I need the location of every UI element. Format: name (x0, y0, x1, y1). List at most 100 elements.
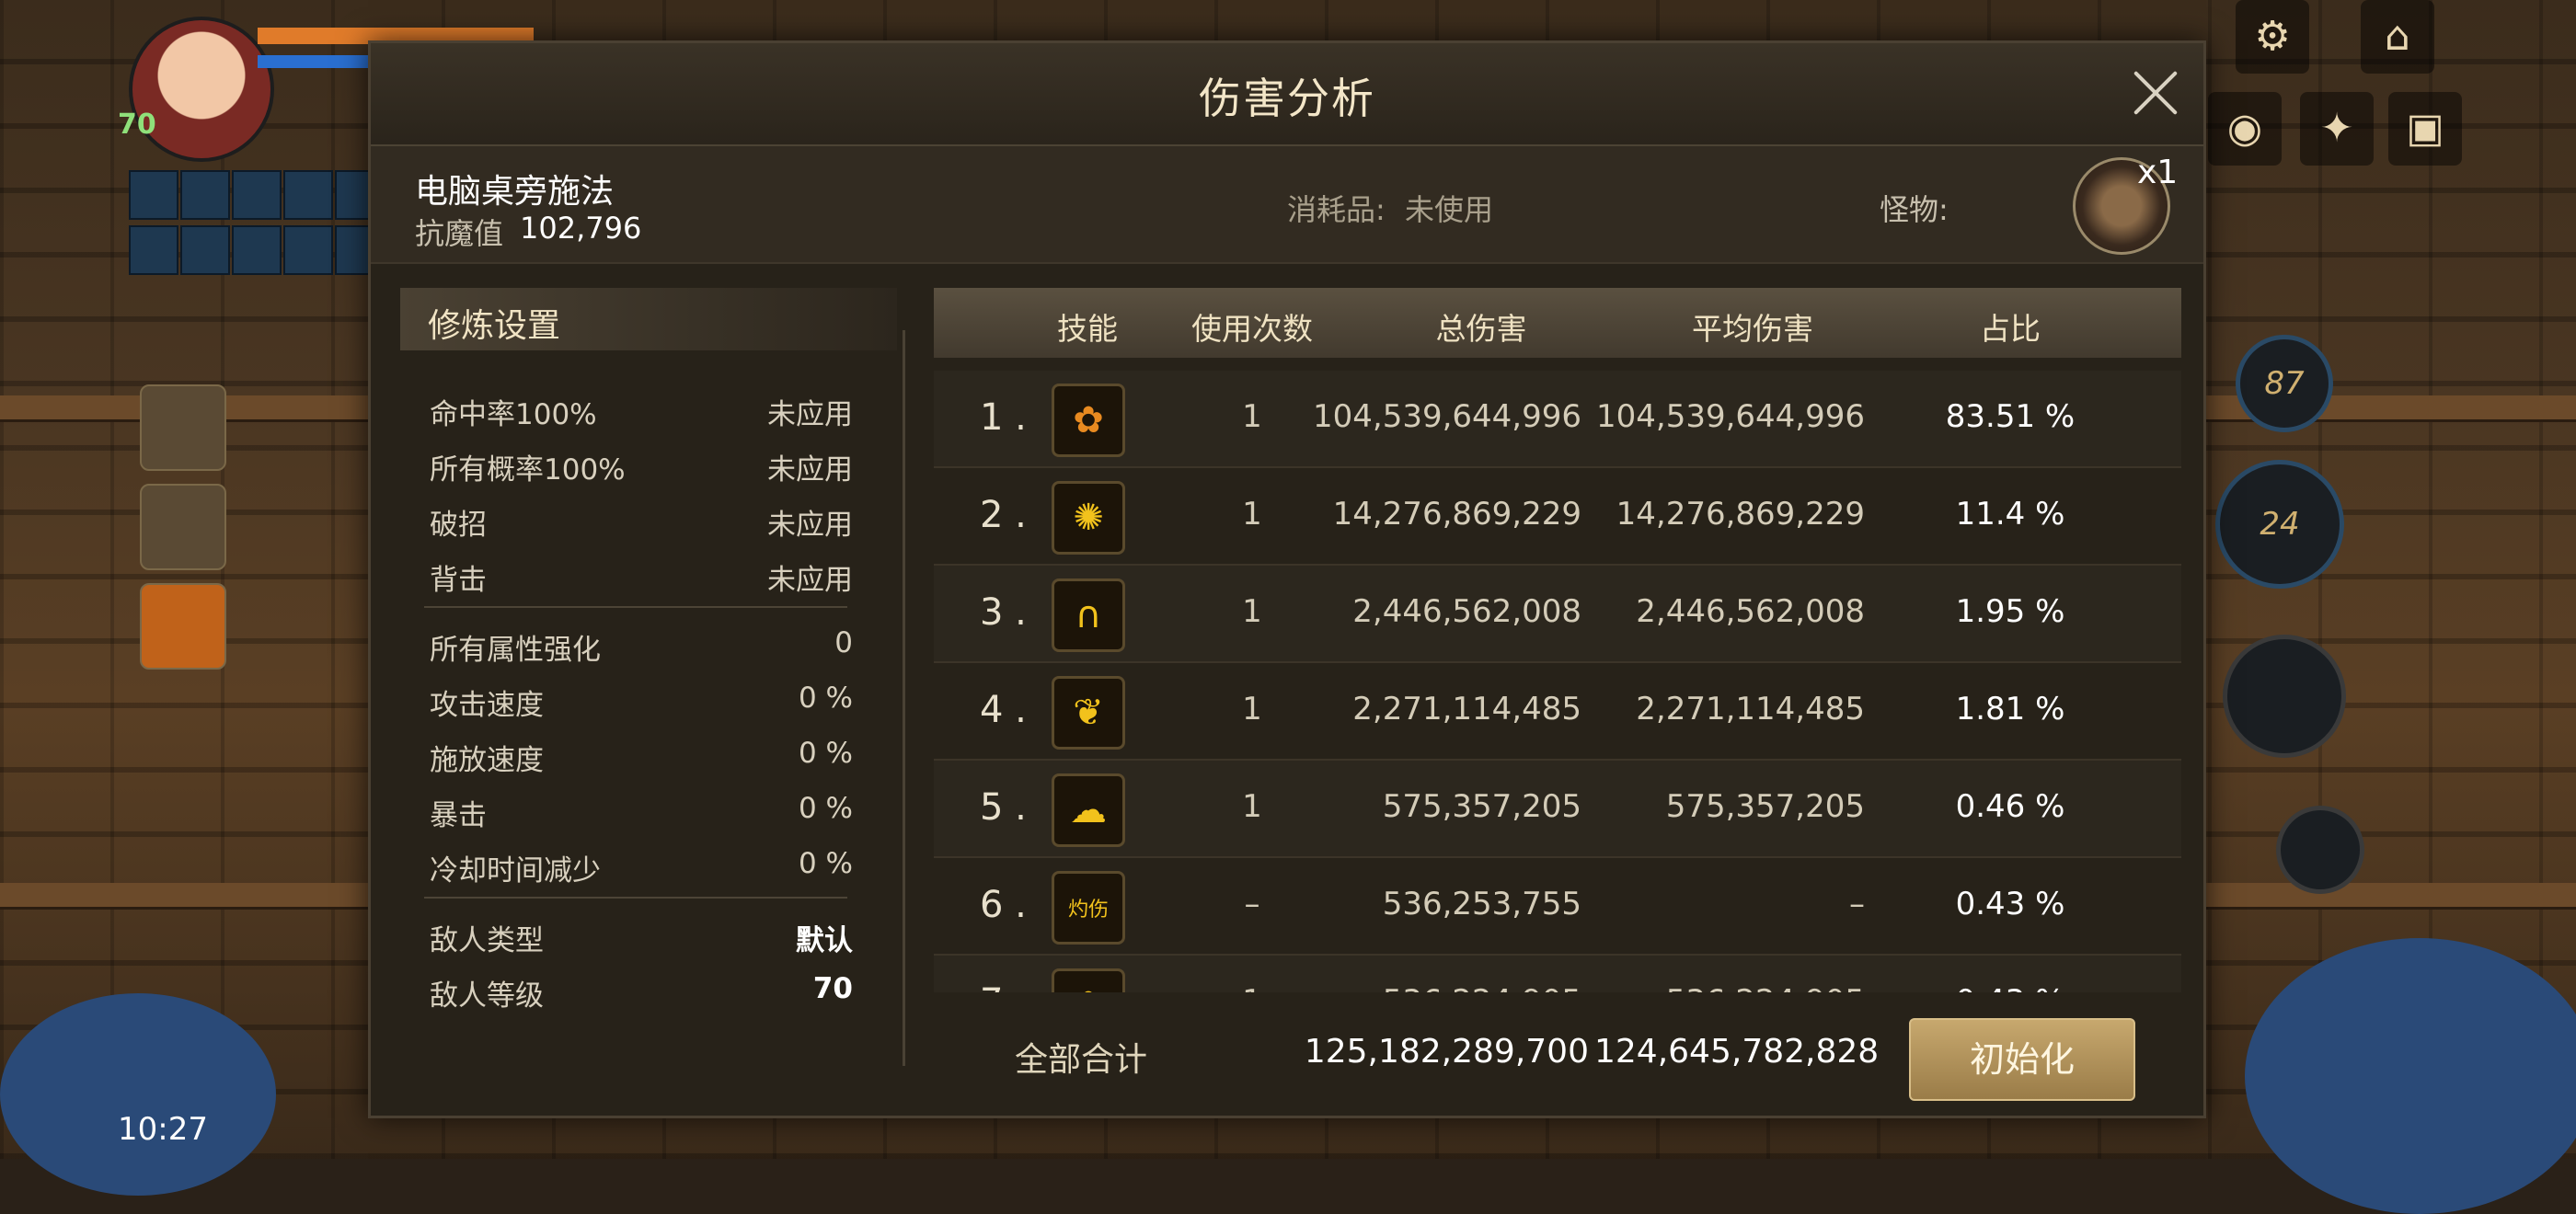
settings-gear-icon[interactable]: ⚙ (2236, 0, 2309, 74)
rank: 4 . (980, 689, 1027, 731)
rank: 5 . (980, 786, 1027, 829)
setting-label: 施放速度 (430, 744, 544, 777)
setting-row: 破招 未应用 (430, 501, 853, 547)
pot-icon[interactable]: ◉ (2208, 92, 2282, 166)
skill-button[interactable] (2276, 806, 2364, 894)
setting-value: 未应用 (767, 453, 853, 487)
damage-table-header: 技能 使用次数 总伤害 平均伤害 占比 (934, 288, 2181, 358)
monster-label: 怪物: (1880, 192, 1949, 227)
golden-whip-skill-icon: ∩ (1052, 578, 1125, 652)
setting-label: 命中率100% (430, 398, 597, 431)
setting-label: 冷却时间减少 (430, 854, 601, 888)
table-row[interactable]: 6 . 灼伤 – 536,253,755 – 0.43 % (934, 858, 2181, 956)
buff-icon (283, 225, 333, 275)
rank: 6 . (980, 884, 1027, 926)
table-row[interactable]: 2 . ✺ 1 14,276,869,229 14,276,869,229 11… (934, 468, 2181, 566)
rank: 7 . (980, 981, 1027, 992)
resist-label: 抗魔值 (415, 216, 504, 251)
setting-label: 敌人类型 (430, 924, 544, 957)
damage-percent: 0.43 % (1891, 983, 2130, 992)
background-banner (2245, 938, 2576, 1214)
setting-row: 所有概率100% 未应用 (430, 446, 853, 492)
setting-row: 冷却时间减少 0 % (430, 847, 853, 893)
setting-row: 命中率100% 未应用 (430, 391, 853, 437)
total-damage: 536,224,905 (1302, 983, 1581, 992)
damage-percent: 11.4 % (1955, 496, 2065, 533)
setting-label: 暴击 (430, 799, 487, 832)
table-row[interactable]: 4 . ❦ 1 2,271,114,485 2,271,114,485 1.81… (934, 663, 2181, 761)
footer-total-label: 全部合计 (1015, 1041, 1148, 1079)
setting-value: 默认 (796, 924, 853, 957)
setting-value: 未应用 (767, 509, 853, 542)
footer-total-damage: 125,182,289,700 (1304, 1033, 1589, 1071)
consumable-value: 未使用 (1405, 192, 1494, 227)
background-banner (0, 993, 276, 1196)
dialog-title: 伤害分析 (1199, 74, 1375, 123)
settings-header: 修炼设置 (400, 288, 897, 350)
setting-row: 所有属性强化 0 (430, 626, 853, 672)
avg-damage: 14,276,869,229 (1616, 496, 1865, 533)
buff-icon (180, 170, 230, 220)
damage-table-body[interactable]: 1 . ✿ 1 104,539,644,996 104,539,644,996 … (934, 371, 2181, 992)
uses: 1 (1210, 983, 1294, 992)
buff-icon (129, 170, 178, 220)
buff-icon (232, 170, 282, 220)
close-icon[interactable] (2126, 63, 2185, 122)
setting-label: 攻击速度 (430, 689, 544, 722)
total-damage: 104,539,644,996 (1312, 398, 1581, 435)
damage-chart-button[interactable] (140, 484, 226, 570)
damage-analysis-dialog: 伤害分析 电脑桌旁施法 抗魔值 102,796 消耗品: 未使用 怪物: x1 … (368, 40, 2206, 1118)
auto-battle-button[interactable] (140, 384, 226, 471)
total-damage: 575,357,205 (1382, 788, 1581, 825)
damage-percent: 1.95 % (1955, 593, 2065, 630)
chest-icon[interactable]: ▣ (2388, 92, 2462, 166)
avg-damage: 575,357,205 (1665, 788, 1865, 825)
damage-percent: 1.81 % (1955, 691, 2065, 727)
table-row[interactable]: 5 . ☁ 1 575,357,205 575,357,205 0.46 % (934, 761, 2181, 858)
setting-row: 敌人等级 70 (430, 972, 853, 1018)
total-damage: 14,276,869,229 (1332, 496, 1581, 533)
total-damage: 536,253,755 (1382, 886, 1581, 922)
table-row[interactable]: 7 . ❀ 1 536,224,905 536,224,905 0.43 % (934, 956, 2181, 992)
skill-cooldown-button[interactable]: 24 (2215, 460, 2344, 589)
uses: 1 (1242, 593, 1262, 630)
table-row[interactable]: 1 . ✿ 1 104,539,644,996 104,539,644,996 … (934, 371, 2181, 468)
monster-count: x1 (2137, 154, 2179, 191)
header-skill: 技能 (1057, 311, 1118, 347)
avg-damage: 536,224,905 (1585, 983, 1865, 992)
buff-icon (283, 170, 333, 220)
special-skill-button[interactable] (140, 583, 226, 670)
setting-row: 暴击 0 % (430, 792, 853, 838)
setting-value: 未应用 (767, 398, 853, 431)
rank: 2 . (980, 494, 1027, 536)
table-row[interactable]: 3 . ∩ 1 2,446,562,008 2,446,562,008 1.95… (934, 566, 2181, 663)
header-total: 总伤害 (1435, 311, 1527, 347)
consumable-label: 消耗品: (1287, 192, 1386, 227)
setting-row: 敌人类型 默认 (430, 917, 853, 963)
buff-grid (129, 170, 385, 275)
clock-text: 10:27 (118, 1111, 208, 1148)
buff-icon (180, 225, 230, 275)
player-level: 70 (118, 109, 156, 141)
settings-title: 修炼设置 (428, 307, 561, 345)
avg-damage: 104,539,644,996 (1595, 398, 1865, 435)
reset-button[interactable]: 初始化 (1909, 1018, 2135, 1101)
avg-damage: 2,446,562,008 (1636, 593, 1865, 630)
avg-damage: 2,271,114,485 (1636, 691, 1865, 727)
sparkle-icon[interactable]: ✦ (2300, 92, 2374, 166)
resist-value: 102,796 (520, 211, 642, 246)
panel-divider (903, 330, 905, 1066)
setting-value: 70 (812, 972, 853, 1005)
avg-damage: – (1849, 886, 1865, 922)
golden-leaf-skill-icon: ❀ (1052, 968, 1125, 992)
damage-percent: 0.43 % (1955, 886, 2065, 922)
skill-cooldown-button[interactable]: 87 (2236, 335, 2333, 432)
damage-percent: 0.46 % (1955, 788, 2065, 825)
fox-family-skill-icon: ✿ (1052, 384, 1125, 457)
uses: – (1244, 886, 1260, 922)
uses: 1 (1242, 788, 1262, 825)
skill-button[interactable] (2223, 635, 2346, 758)
player-name: 电脑桌旁施法 (415, 173, 615, 211)
home-icon[interactable]: ⌂ (2361, 0, 2434, 74)
settings-divider (424, 606, 847, 608)
